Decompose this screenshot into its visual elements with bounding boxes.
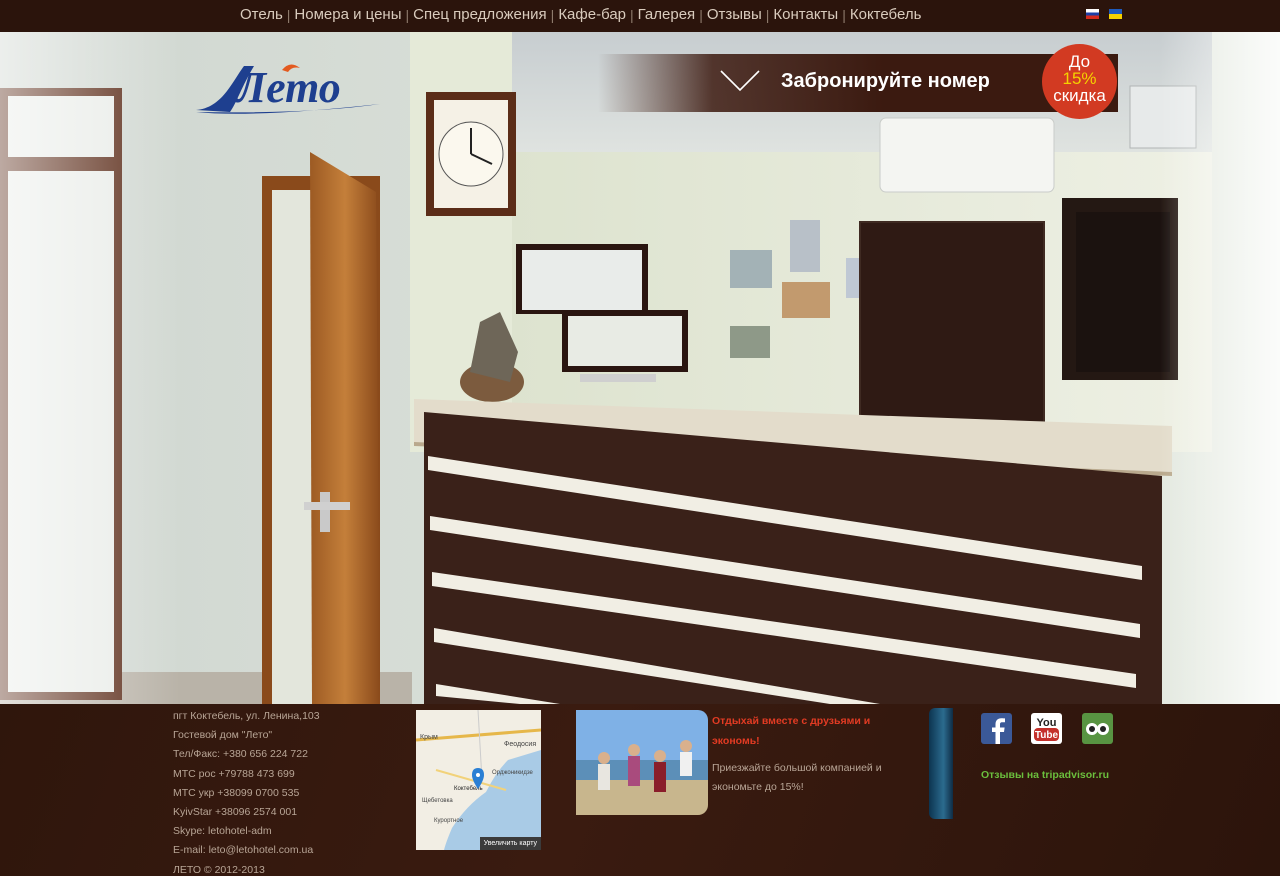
leto-logo[interactable]: Лето — [192, 52, 384, 123]
nav-item-gallery[interactable]: Галерея — [638, 6, 696, 23]
tripadvisor-reviews-link[interactable]: Отзывы на tripadvisor.ru — [981, 769, 1109, 781]
nav-item-reviews[interactable]: Отзывы — [707, 6, 762, 23]
youtube-text-you: You — [1037, 717, 1057, 729]
nav-separator: | — [286, 6, 291, 23]
footer: пгт Коктебель, ул. Ленина,103 Гостевой д… — [0, 704, 1280, 876]
slider-thumbnail[interactable] — [929, 708, 953, 819]
hero-photo — [0, 32, 1280, 704]
reception-photo — [0, 32, 1280, 704]
friends-beach-photo — [576, 710, 708, 815]
booking-banner[interactable]: Забронируйте номер — [598, 54, 1118, 112]
promo-photo[interactable] — [576, 710, 708, 815]
tripadvisor-logo — [1086, 723, 1109, 735]
contact-kyivstar: KyivStar +38096 2574 001 — [173, 806, 298, 819]
map-label-feodosia: Феодосия — [504, 741, 536, 748]
nav-separator: | — [630, 6, 634, 23]
ru-flag-icon[interactable] — [1086, 9, 1099, 19]
discount-badge-bottom: скидка — [1053, 86, 1106, 105]
language-switcher — [1086, 9, 1122, 19]
contact-skype: Skype: letohotel-adm — [173, 825, 272, 838]
map-label-ordzhonikidze: Орджоникидзе — [492, 770, 534, 776]
youtube-text-tube: Tube — [1035, 730, 1059, 741]
nav-item-rooms[interactable]: Номера и цены — [294, 6, 401, 23]
discount-badge-percent: 15% — [1062, 69, 1097, 88]
contact-address: пгт Коктебель, ул. Ленина,103 — [173, 710, 320, 722]
location-map[interactable]: Крым Феодосия Коктебель Орджоникидзе Щеб… — [416, 710, 541, 850]
youtube-logo: You Tube — [1034, 717, 1059, 741]
contact-phone-fax: Тел/Факс: +380 656 224 722 — [173, 748, 308, 761]
promo-title[interactable]: Отдыхай вместе с друзьями и экономь! — [712, 711, 912, 751]
booking-label: Забронируйте номер — [781, 70, 990, 92]
nav-separator: | — [550, 6, 555, 23]
map-label-crimea: Крым — [420, 734, 438, 741]
contact-name: Гостевой дом "Лето" — [173, 729, 273, 742]
contact-mts-ua: МТС укр +38099 0700 535 — [173, 786, 300, 799]
nav-item-offers[interactable]: Спец предложения — [413, 6, 547, 23]
map-label-kurortnoe: Курортное — [434, 818, 464, 824]
logo-image: Лето — [196, 63, 380, 114]
map-image: Крым Феодосия Коктебель Орджоникидзе Щеб… — [416, 710, 541, 850]
nav-item-contacts[interactable]: Контакты — [773, 6, 838, 23]
facebook-logo — [992, 718, 1005, 744]
enlarge-map-button[interactable]: Увеличить карту — [479, 837, 541, 850]
chevron-down-icon — [720, 70, 760, 92]
tripadvisor-icon[interactable] — [1082, 713, 1113, 744]
top-navigation: Отель | Номера и цены | Спец предложения… — [0, 0, 1280, 32]
contact-info: пгт Коктебель, ул. Ленина,103 Гостевой д… — [173, 707, 320, 876]
nav-item-cafe[interactable]: Кафе-бар — [558, 6, 626, 23]
nav-menu: Отель | Номера и цены | Спец предложения… — [240, 6, 921, 23]
nav-separator: | — [842, 6, 846, 23]
discount-badge: До 15% скидка — [1042, 44, 1117, 119]
nav-separator: | — [699, 6, 703, 23]
copyright: ЛЕТО © 2012-2013 — [173, 863, 265, 876]
map-label-shchebetovka: Щебетовка — [422, 798, 453, 804]
youtube-icon[interactable]: You Tube — [1031, 713, 1062, 744]
contact-email[interactable]: E-mail: leto@letohotel.com.ua — [173, 841, 320, 860]
facebook-icon[interactable] — [981, 713, 1012, 744]
nav-item-hotel[interactable]: Отель — [240, 6, 283, 23]
ua-flag-icon[interactable] — [1109, 9, 1122, 19]
nav-item-koktebel[interactable]: Коктебель — [850, 6, 922, 23]
nav-separator: | — [765, 6, 770, 23]
contact-mts-ru: МТС рос +79788 473 699 — [173, 767, 295, 780]
nav-separator: | — [405, 6, 410, 23]
promo-text: Приезжайте большой компанией и экономьте… — [712, 762, 882, 793]
